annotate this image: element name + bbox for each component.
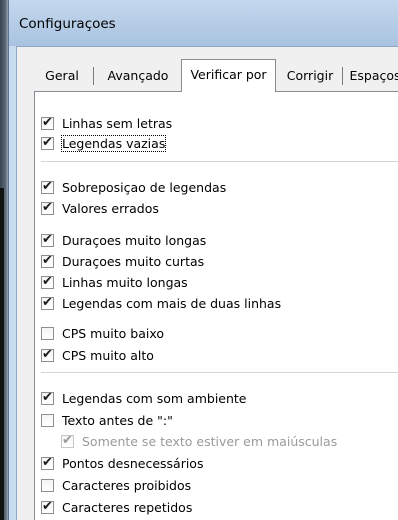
settings-dialog: Configuraçoes Geral Avançado Verificar p… [8,0,398,520]
tab-verificar-por[interactable]: Verificar por [181,59,276,92]
check-caracteres-repetidos[interactable]: ✔ Caracteres repetidos [41,498,192,516]
check-cps-muito-baixo[interactable]: CPS muito baixo [41,324,164,342]
check-pontos-desnecessarios[interactable]: ✔ Pontos desnecessários [41,454,203,472]
check-linhas-sem-letras[interactable]: ✔ Linhas sem letras [41,114,172,132]
check-duracoes-muito-curtas[interactable]: ✔ Duraçoes muito curtas [41,252,204,270]
checkbox-checked[interactable]: ✔ [41,179,54,194]
tab-label: Avançado [107,68,169,83]
checkbox-checked[interactable]: ✔ [41,499,54,514]
checkbox-label: Sobreposiçao de legendas [62,179,227,195]
checkbox-unchecked[interactable] [41,478,54,492]
checkbox-label: Somente se texto estiver em maiúsculas [82,433,338,449]
check-texto-antes-de-dois-pontos[interactable]: Texto antes de ":" [41,411,173,429]
checkbox-label: Duraçoes muito longas [62,232,207,248]
check-somente-maiusculas: ✔ Somente se texto estiver em maiúsculas [61,432,337,450]
title-bar[interactable]: Configuraçoes [9,0,398,46]
group-divider [41,161,398,162]
check-legendas-vazias[interactable]: ✔ Legendas vazias [41,134,167,152]
tab-strip: Geral Avançado Verificar por Corrigir Es… [17,47,398,93]
checkbox-label: CPS muito alto [62,347,154,363]
tab-geral[interactable]: Geral [37,63,87,88]
checkbox-label: CPS muito baixo [62,325,164,341]
check-caracteres-proibidos[interactable]: Caracteres proibidos [41,476,191,494]
checkbox-label: Linhas muito longas [62,274,188,290]
checkbox-label: Legendas com mais de duas linhas [62,295,282,311]
checkbox-checked[interactable]: ✔ [41,347,54,362]
checkbox-checked-disabled: ✔ [61,432,74,448]
checkbox-label: Linhas sem letras [62,115,173,131]
checkbox-checked[interactable]: ✔ [41,390,54,405]
check-sobreposicao-de-legendas[interactable]: ✔ Sobreposiçao de legendas [41,178,226,196]
dialog-client-area: Geral Avançado Verificar por Corrigir Es… [16,46,398,520]
check-cps-muito-alto[interactable]: ✔ CPS muito alto [41,346,154,364]
tab-avancado[interactable]: Avançado [99,63,177,88]
tab-separator [342,67,343,85]
checkbox-label: Duraçoes muito curtas [62,253,205,269]
checkbox-checked[interactable]: ✔ [41,232,54,247]
checkbox-checked[interactable]: ✔ [41,274,54,289]
check-legendas-com-som-ambiente[interactable]: ✔ Legendas com som ambiente [41,389,247,407]
tab-panel-verificar-por: ✔ Linhas sem letras ✔ Legendas vazias ✔ … [34,91,398,520]
checkbox-label: Legendas com som ambiente [62,390,247,406]
checkbox-label: Legendas vazias [60,134,167,152]
tab-separator [93,67,94,85]
tab-label: Verificar por [190,67,267,82]
checkbox-label: Valores errados [62,200,159,216]
group-divider [41,372,398,373]
checkbox-label: Texto antes de ":" [62,412,173,428]
tab-label: Geral [45,68,79,83]
check-legendas-mais-de-duas-linhas[interactable]: ✔ Legendas com mais de duas linhas [41,294,281,312]
background-window-shadow [0,188,4,520]
checkbox-label: Pontos desnecessários [62,455,204,471]
tab-espacos[interactable]: Espaços [346,63,398,88]
window-title: Configuraçoes [19,16,116,32]
checkbox-label: Caracteres repetidos [62,499,193,515]
checkbox-checked[interactable]: ✔ [41,253,54,268]
checkbox-label: Caracteres proibidos [62,477,192,493]
checkbox-checked[interactable]: ✔ [41,455,54,470]
check-linhas-muito-longas[interactable]: ✔ Linhas muito longas [41,273,188,291]
tab-label: Espaços [349,68,398,83]
checkbox-unchecked[interactable] [41,326,54,340]
checkbox-checked[interactable]: ✔ [41,115,54,130]
tab-label: Corrigir [286,68,334,83]
check-valores-errados[interactable]: ✔ Valores errados [41,199,159,217]
checkbox-checked[interactable]: ✔ [41,135,54,150]
checkbox-checked[interactable]: ✔ [41,200,54,215]
tab-corrigir[interactable]: Corrigir [279,63,341,88]
checkbox-checked[interactable]: ✔ [41,295,54,310]
check-duracoes-muito-longas[interactable]: ✔ Duraçoes muito longas [41,231,206,249]
checkbox-unchecked[interactable] [41,413,54,427]
